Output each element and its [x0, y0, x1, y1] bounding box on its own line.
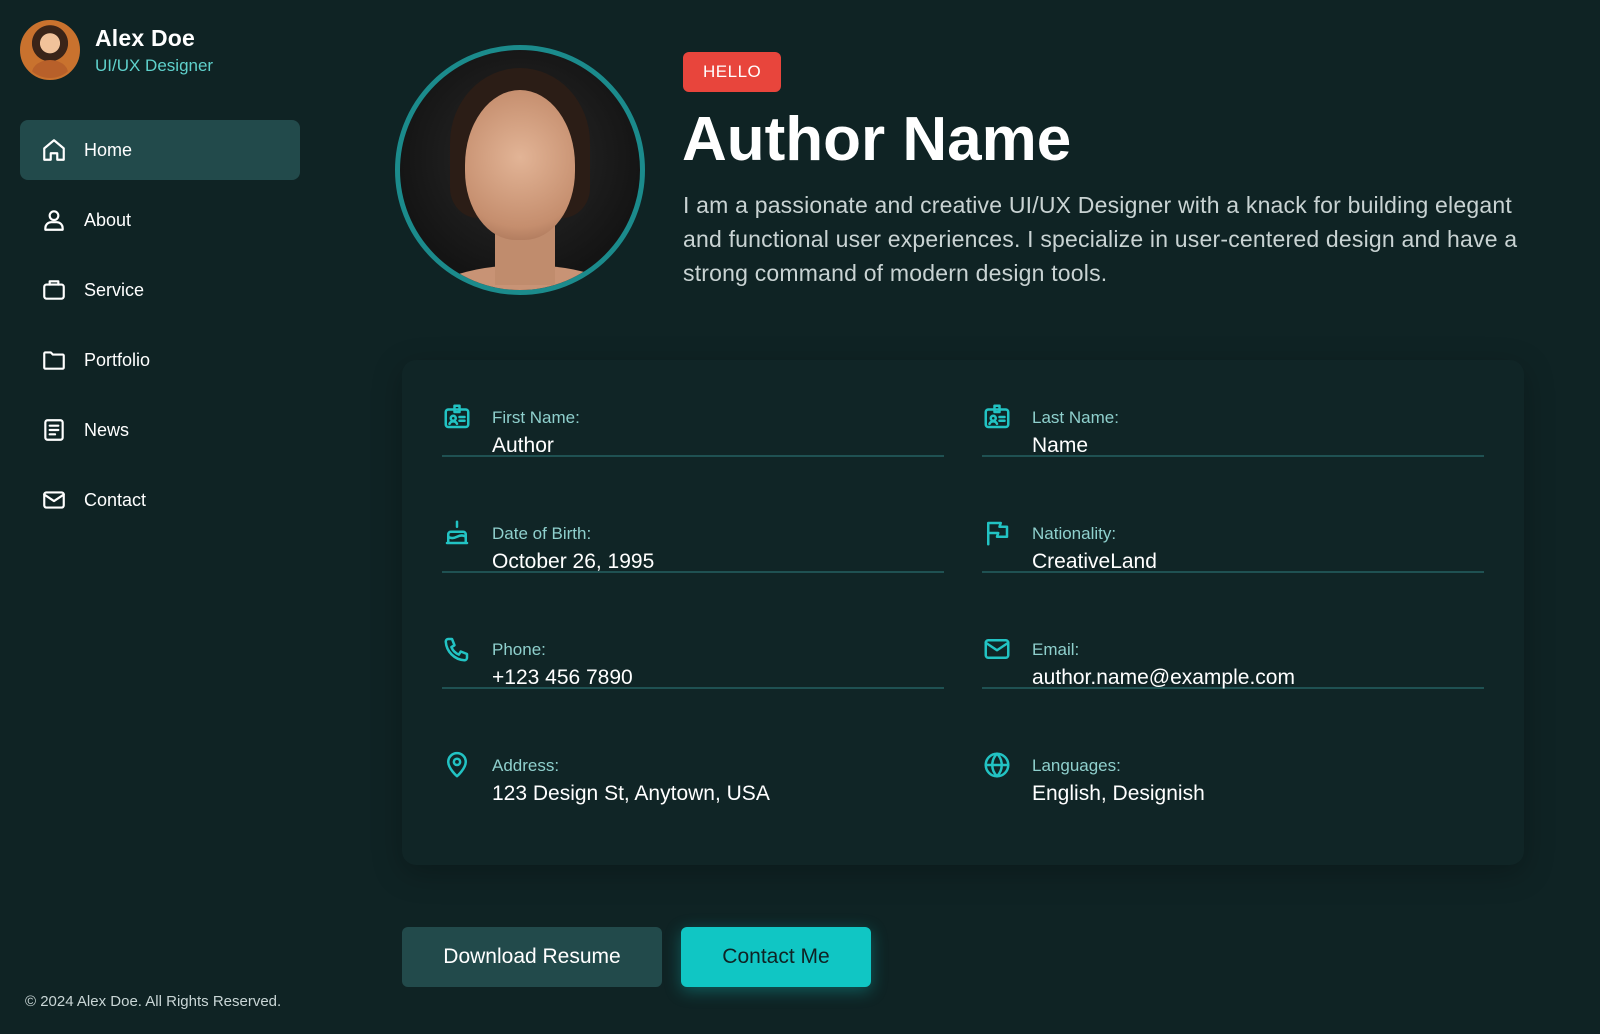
- user-icon: [40, 206, 68, 234]
- info-value: Author: [492, 434, 554, 457]
- sidebar-item-label: About: [84, 209, 132, 230]
- info-value: author.name@example.com: [1032, 666, 1295, 689]
- info-label: Nationality:: [1032, 524, 1117, 543]
- info-languages: Languages: English, Designish: [982, 708, 1484, 805]
- app-root: Alex Doe UI/UX Designer Home About Servi…: [0, 0, 1600, 1034]
- sidebar-item-contact[interactable]: Contact: [20, 470, 300, 530]
- sidebar-item-label: News: [84, 419, 130, 440]
- mail-icon: [982, 634, 1014, 666]
- folder-icon: [40, 346, 68, 374]
- info-value: 123 Design St, Anytown, USA: [492, 782, 770, 805]
- personal-info-card: First Name: Author Last Name: Name Date …: [402, 360, 1524, 865]
- hello-badge: HELLO: [683, 52, 782, 92]
- sidebar-item-news[interactable]: News: [20, 400, 300, 460]
- info-first-name: First Name: Author: [442, 360, 944, 457]
- info-label: First Name:: [492, 408, 580, 427]
- sidebar-item-label: Service: [84, 279, 145, 300]
- sidebar-item-about[interactable]: About: [20, 190, 300, 250]
- download-resume-button[interactable]: Download Resume: [402, 927, 662, 987]
- avatar: [20, 20, 80, 80]
- info-value: CreativeLand: [1032, 550, 1157, 573]
- contact-me-button[interactable]: Contact Me: [681, 927, 871, 987]
- info-value: Name: [1032, 434, 1089, 457]
- news-icon: [40, 416, 68, 444]
- profile-name: Alex Doe: [95, 24, 196, 51]
- sidebar-item-home[interactable]: Home: [20, 120, 300, 180]
- info-label: Address:: [492, 756, 560, 775]
- sidebar-item-label: Portfolio: [84, 349, 151, 370]
- info-label: Date of Birth:: [492, 524, 592, 543]
- id-card-icon: [442, 402, 474, 434]
- profile-role: UI/UX Designer: [95, 55, 214, 75]
- info-phone: Phone: +123 456 7890: [442, 592, 944, 689]
- info-address: Address: 123 Design St, Anytown, USA: [442, 708, 944, 805]
- sidebar: Alex Doe UI/UX Designer Home About Servi…: [0, 0, 320, 1034]
- sidebar-item-label: Home: [84, 139, 133, 160]
- phone-icon: [442, 634, 474, 666]
- profile-text: Alex Doe UI/UX Designer: [95, 25, 213, 76]
- info-last-name: Last Name: Name: [982, 360, 1484, 457]
- page-title: Author Name: [682, 105, 1072, 174]
- info-label: Last Name:: [1032, 408, 1119, 427]
- home-icon: [40, 136, 68, 164]
- info-date-of-birth: Date of Birth: October 26, 1995: [442, 476, 944, 573]
- info-label: Phone:: [492, 640, 546, 659]
- flag-icon: [982, 518, 1014, 550]
- mail-icon: [40, 486, 68, 514]
- sidebar-item-service[interactable]: Service: [20, 260, 300, 320]
- sidebar-nav: Home About Service Portfolio News Contac…: [20, 120, 300, 540]
- hero-description: I am a passionate and creative UI/UX Des…: [683, 192, 1518, 286]
- map-pin-icon: [442, 750, 474, 782]
- info-label: Languages:: [1032, 756, 1121, 775]
- sidebar-item-portfolio[interactable]: Portfolio: [20, 330, 300, 390]
- globe-icon: [982, 750, 1014, 782]
- cake-icon: [442, 518, 474, 550]
- copyright-text: © 2024 Alex Doe. All Rights Reserved.: [25, 993, 282, 1010]
- briefcase-icon: [40, 276, 68, 304]
- author-portrait: [395, 45, 645, 295]
- info-value: +123 456 7890: [492, 666, 633, 689]
- profile-header: Alex Doe UI/UX Designer: [20, 20, 213, 80]
- sidebar-item-label: Contact: [84, 489, 147, 510]
- info-value: October 26, 1995: [492, 550, 655, 573]
- id-card-icon: [982, 402, 1014, 434]
- info-label: Email:: [1032, 640, 1080, 659]
- info-value: English, Designish: [1032, 782, 1205, 805]
- info-nationality: Nationality: CreativeLand: [982, 476, 1484, 573]
- info-email: Email: author.name@example.com: [982, 592, 1484, 689]
